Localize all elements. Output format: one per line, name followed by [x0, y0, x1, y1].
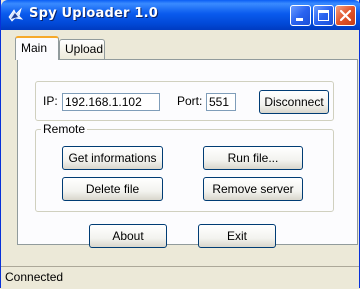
minimize-icon: [296, 18, 303, 21]
client-area: Main Upload IP: Port: Disconnect Remote …: [4, 30, 358, 285]
app-window: Spy Uploader 1.0 Main Upload IP: 192.168…: [0, 0, 360, 289]
tab-upload[interactable]: Upload: [59, 39, 105, 60]
remove-server-button[interactable]: Remove server: [203, 177, 303, 201]
main-tab-panel: IP: Port: Disconnect Remote Get informat…: [17, 59, 358, 248]
close-icon: [339, 9, 352, 22]
tab-main[interactable]: Main: [15, 36, 59, 60]
title-bar[interactable]: Spy Uploader 1.0: [1, 0, 360, 30]
disconnect-button-label: Disconnect: [264, 95, 324, 109]
remote-group: Remote Get informations Run file... Dele…: [35, 122, 334, 212]
close-button[interactable]: [335, 5, 356, 26]
delete-file-label: Delete file: [85, 182, 140, 196]
exit-button[interactable]: Exit: [198, 224, 276, 248]
port-field[interactable]: [206, 93, 236, 111]
status-bar: Connected: [1, 266, 359, 289]
minimize-button[interactable]: [290, 5, 311, 26]
about-button[interactable]: About: [89, 224, 167, 248]
run-file-label: Run file...: [227, 151, 279, 165]
get-informations-label: Get informations: [68, 151, 157, 165]
get-informations-button[interactable]: Get informations: [62, 146, 163, 170]
port-label: Port:: [177, 94, 203, 108]
about-button-label: About: [112, 229, 144, 243]
run-file-button[interactable]: Run file...: [203, 146, 303, 170]
window-title: Spy Uploader 1.0: [29, 6, 158, 21]
tab-upload-label: Upload: [65, 42, 104, 56]
delete-file-button[interactable]: Delete file: [62, 177, 163, 201]
disconnect-button[interactable]: Disconnect: [259, 90, 329, 114]
status-text: Connected: [5, 270, 64, 284]
exit-button-label: Exit: [226, 229, 247, 243]
remove-server-label: Remove server: [212, 182, 294, 196]
maximize-button[interactable]: [313, 5, 334, 26]
ip-label: IP:: [43, 94, 58, 108]
connection-group: IP: Port: Disconnect: [35, 81, 334, 121]
maximize-icon: [318, 10, 329, 21]
spy-app-icon: [7, 7, 24, 23]
remote-group-legend: Remote: [41, 122, 88, 136]
tab-main-label: Main: [21, 41, 48, 55]
ip-field[interactable]: [62, 93, 160, 111]
